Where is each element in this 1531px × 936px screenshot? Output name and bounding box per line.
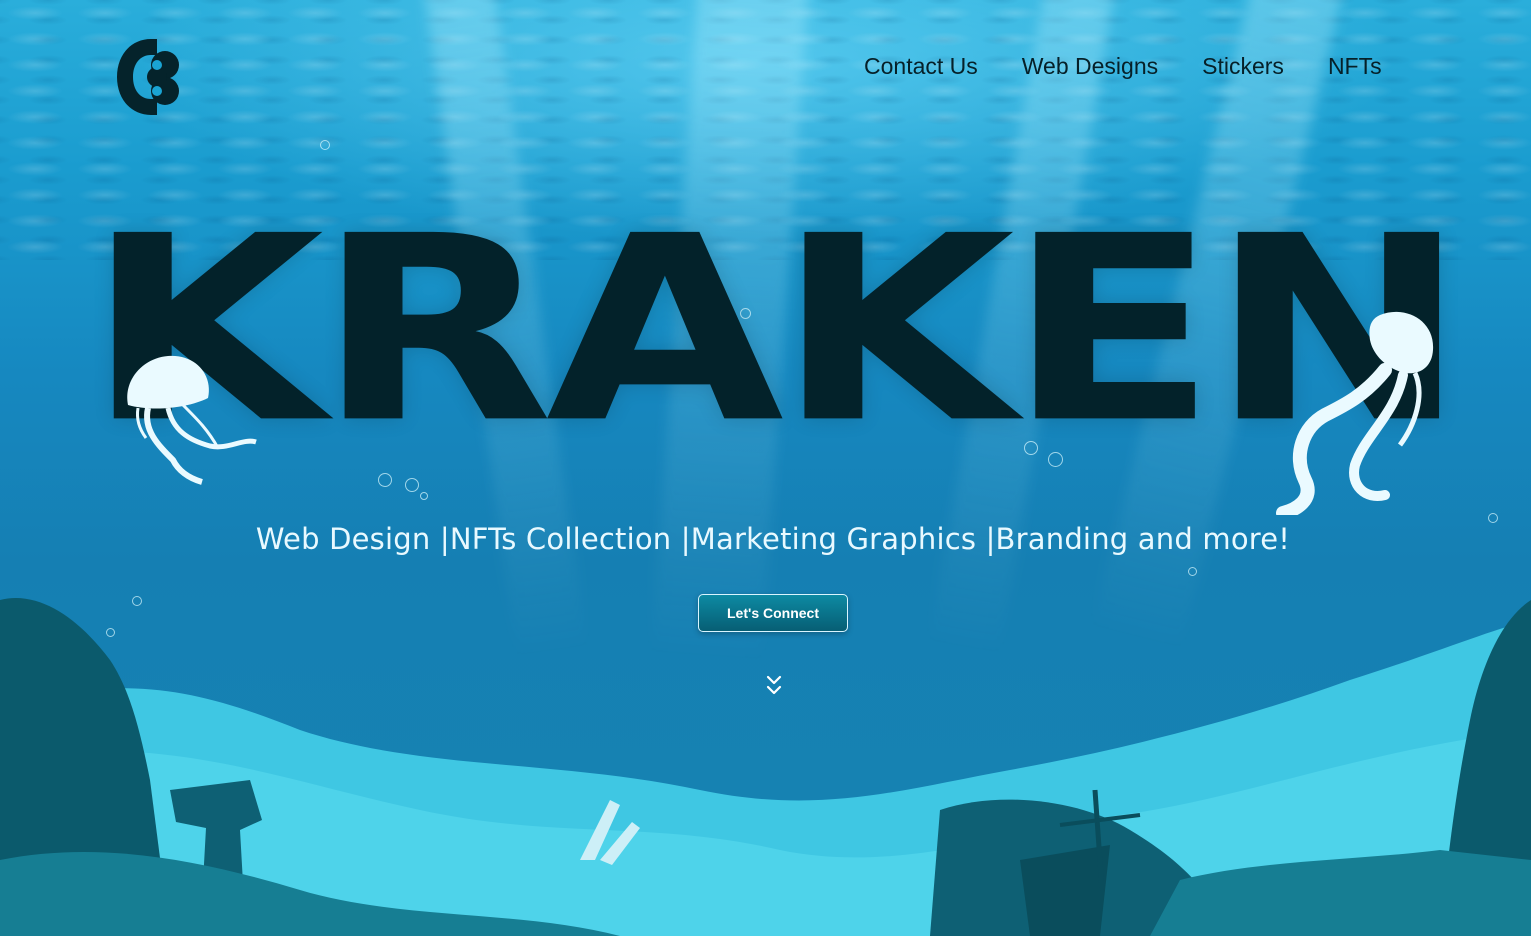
nav-link-stickers[interactable]: Stickers: [1202, 53, 1284, 80]
jellyfish-illustration-right: [1276, 311, 1434, 515]
bubble: [320, 140, 330, 150]
nav-link-nfts[interactable]: NFTs: [1328, 53, 1382, 80]
nav-link-web-designs[interactable]: Web Designs: [1022, 53, 1158, 80]
lets-connect-button[interactable]: Let's Connect: [698, 594, 848, 632]
nav-link-contact-us[interactable]: Contact Us: [864, 53, 978, 80]
jellyfish-illustration-left: [127, 355, 257, 485]
hero-tagline: Web Design |NFTs Collection |Marketing G…: [255, 522, 1291, 556]
kraken-logo-icon[interactable]: [113, 35, 189, 119]
bubble: [420, 492, 428, 500]
chevron-double-down-icon[interactable]: [765, 673, 783, 699]
bubble: [405, 478, 419, 492]
top-navigation: Contact Us Web Designs Stickers NFTs: [864, 50, 1382, 82]
